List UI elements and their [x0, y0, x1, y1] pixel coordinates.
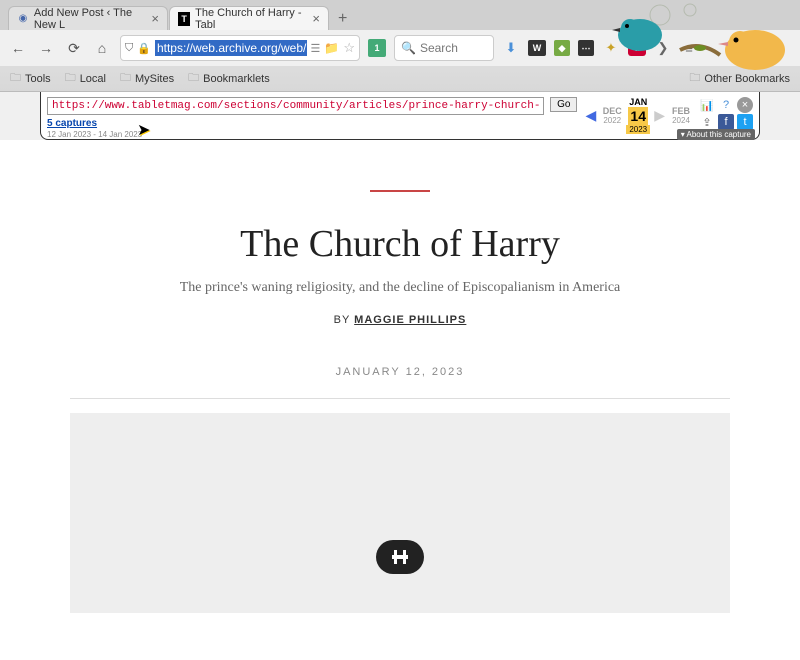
wayback-calendar: ◀ DEC 2022 JAN 14 2023 ▶ FEB 2024: [583, 97, 693, 134]
url-text[interactable]: https://web.archive.org/web/20: [155, 40, 307, 56]
month-label: JAN: [626, 97, 650, 107]
bookmark-label: MySites: [135, 73, 174, 85]
bookmark-label: Bookmarklets: [203, 73, 270, 85]
search-bar[interactable]: 🔍 Search: [394, 35, 494, 61]
month-year: 2022: [600, 116, 624, 125]
extensions-icon[interactable]: ❯: [654, 39, 672, 57]
wayback-captures: 5 captures 12 Jan 2023 - 14 Jan 2023: [47, 118, 142, 140]
wayback-icons: 📊 ? ×: [699, 97, 753, 113]
wayback-month-current[interactable]: JAN 14 2023: [626, 97, 650, 134]
article-title: The Church of Harry: [0, 222, 800, 266]
month-year: 2023: [626, 125, 650, 134]
shield-icon[interactable]: ⛉: [125, 42, 133, 55]
tab-bar: ◉ Add New Post ‹ The New L × T The Churc…: [0, 0, 800, 30]
browser-chrome: ◉ Add New Post ‹ The New L × T The Churc…: [0, 0, 800, 92]
extension-icon-yellow[interactable]: ✦: [602, 39, 620, 57]
wayback-share-icon[interactable]: ⇪: [699, 114, 715, 130]
month-day: 14: [630, 108, 646, 124]
download-icon[interactable]: ⬇: [502, 39, 520, 57]
back-button[interactable]: ←: [8, 38, 28, 58]
folder-icon: 🗀: [689, 69, 700, 88]
tab-favicon-wp: ◉: [17, 12, 29, 26]
article-byline: BY MAGGIE PHILLIPS: [0, 314, 800, 326]
search-placeholder: Search: [420, 41, 458, 55]
wayback-go-button[interactable]: Go: [550, 97, 577, 112]
wayback-help-icon[interactable]: ?: [718, 97, 734, 113]
divider-full: [70, 398, 730, 399]
ublock-icon[interactable]: u: [628, 40, 646, 56]
tab-active[interactable]: T The Church of Harry - Tabl ×: [169, 6, 329, 30]
month-year: 2024: [669, 116, 693, 125]
star-icon[interactable]: ☆: [343, 40, 355, 56]
tab-favicon-tablet: T: [178, 12, 190, 26]
reload-button[interactable]: ⟳: [64, 38, 84, 58]
about-label: About this capture: [687, 130, 751, 139]
wayback-close-icon[interactable]: ×: [737, 97, 753, 113]
new-tab-button[interactable]: +: [330, 8, 355, 30]
wayback-share-icons: ⇪ f t: [699, 114, 753, 130]
bookmark-local[interactable]: 🗀 Local: [65, 69, 106, 88]
facebook-icon[interactable]: f: [718, 114, 734, 130]
extension-icon-purple[interactable]: ◆: [554, 40, 570, 56]
tab-title: Add New Post ‹ The New L: [34, 7, 147, 31]
bookmark-tools[interactable]: 🗀 Tools: [10, 69, 51, 88]
wayback-month-prev[interactable]: DEC 2022: [600, 106, 624, 125]
menu-icon[interactable]: ≡: [680, 39, 698, 57]
bookmark-other[interactable]: 🗀 Other Bookmarks: [689, 69, 790, 88]
wayback-about-link[interactable]: ▾ About this capture: [677, 129, 755, 140]
url-bar[interactable]: ⛉ 🔒 https://web.archive.org/web/20 ☰ 📁 ☆: [120, 35, 360, 61]
wayback-month-next[interactable]: FEB 2024: [669, 106, 693, 125]
folder-icon: 🗀: [120, 69, 131, 88]
wayback-graph-icon[interactable]: 📊: [699, 97, 715, 113]
reader-icon[interactable]: ☰: [311, 42, 321, 55]
onetab-icon[interactable]: 1: [368, 39, 386, 57]
folder-icon: 🗀: [188, 69, 199, 88]
captures-link[interactable]: 5 captures: [47, 118, 97, 129]
bookmark-label: Other Bookmarks: [704, 73, 790, 85]
bookmark-label: Tools: [25, 73, 51, 85]
month-label: FEB: [669, 106, 693, 116]
home-button[interactable]: ⌂: [92, 38, 112, 58]
article-page: The Church of Harry The prince's waning …: [0, 140, 800, 660]
wayback-prev-arrow[interactable]: ◀: [583, 107, 598, 124]
divider-accent: [370, 190, 430, 192]
wayback-url-input[interactable]: [47, 97, 544, 115]
twitter-icon[interactable]: t: [737, 114, 753, 130]
byline-prefix: BY: [334, 314, 355, 326]
bookmark-mysites[interactable]: 🗀 MySites: [120, 69, 174, 88]
bookmark-label: Local: [80, 73, 106, 85]
forward-button[interactable]: →: [36, 38, 56, 58]
article-subtitle: The prince's waning religiosity, and the…: [0, 280, 800, 296]
nav-bar: ← → ⟳ ⌂ ⛉ 🔒 https://web.archive.org/web/…: [0, 30, 800, 66]
lock-icon[interactable]: 🔒: [137, 42, 151, 55]
wayback-next-arrow[interactable]: ▶: [652, 107, 667, 124]
folder-icon: 🗀: [10, 69, 21, 88]
captures-range: 12 Jan 2023 - 14 Jan 2023: [47, 130, 142, 139]
author-link[interactable]: MAGGIE PHILLIPS: [354, 314, 466, 326]
bookmark-bookmarklets[interactable]: 🗀 Bookmarklets: [188, 69, 270, 88]
month-label: DEC: [600, 106, 624, 116]
hero-image-placeholder: [70, 413, 730, 613]
close-icon[interactable]: ×: [151, 11, 159, 26]
close-icon[interactable]: ×: [312, 11, 320, 26]
folder-icon: 🗀: [65, 69, 76, 88]
scroll-action-button[interactable]: [376, 540, 424, 574]
tab-title: The Church of Harry - Tabl: [195, 7, 307, 31]
search-icon: 🔍: [401, 41, 416, 55]
bookmark-bar: 🗀 Tools 🗀 Local 🗀 MySites 🗀 Bookmarklets…: [0, 66, 800, 92]
mouse-cursor: ➤: [137, 120, 150, 140]
bookmark-folder-icon[interactable]: 📁: [324, 41, 339, 55]
extension-icon-dark[interactable]: ⋯: [578, 40, 594, 56]
tab-inactive[interactable]: ◉ Add New Post ‹ The New L ×: [8, 6, 168, 30]
extension-icon-w[interactable]: W: [528, 40, 546, 56]
article-date: JANUARY 12, 2023: [0, 366, 800, 378]
